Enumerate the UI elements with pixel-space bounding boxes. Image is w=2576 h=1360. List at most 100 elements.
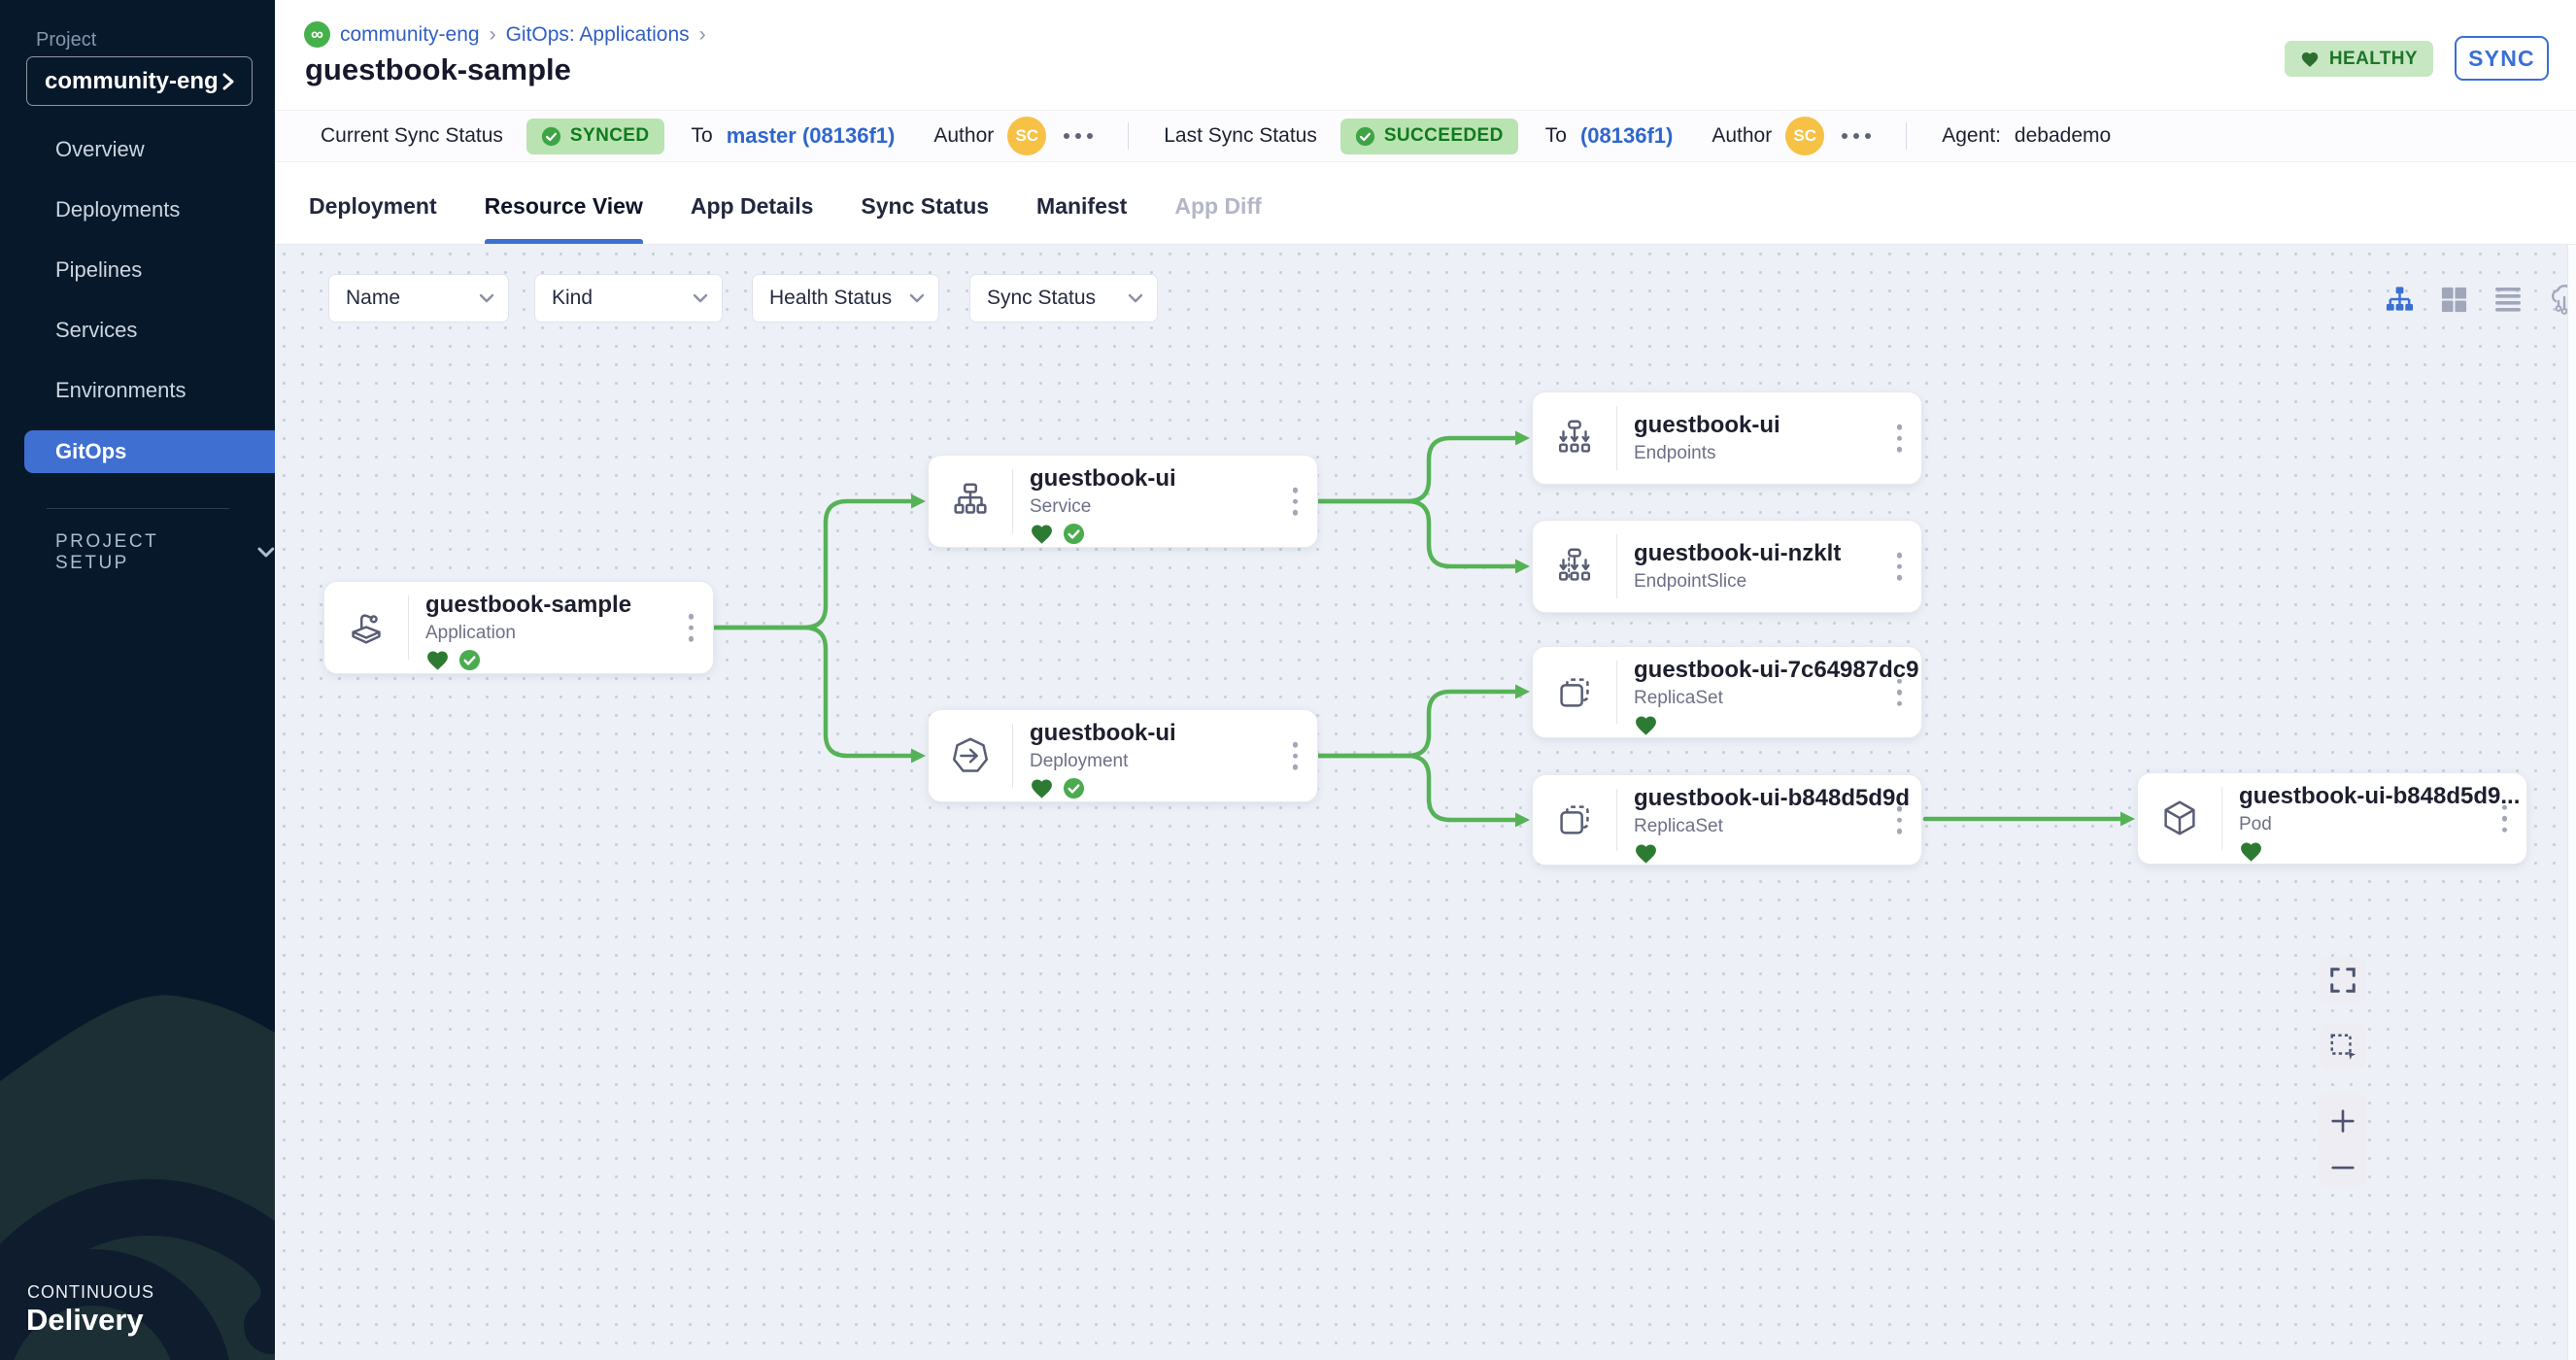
node-endpointslice-guestbook-ui-nzklt[interactable]: guestbook-ui-nzklt EndpointSlice: [1532, 520, 1922, 613]
breadcrumb-separator: ›: [699, 23, 706, 47]
sidebar-item-deployments[interactable]: Deployments: [0, 188, 275, 231]
fit-to-screen-button[interactable]: [2320, 957, 2366, 1003]
sidebar-item-pipelines[interactable]: Pipelines: [0, 249, 275, 291]
minus-icon: [2328, 1162, 2357, 1173]
chevron-down-icon: [1128, 293, 1143, 303]
project-selector-value: community-eng: [45, 68, 219, 95]
health-status-badge: HEALTHY: [2285, 41, 2433, 77]
marquee-select-button[interactable]: [2320, 1023, 2366, 1070]
plus-icon: [2328, 1106, 2357, 1136]
node-pod-guestbook-ui-b848d5d9[interactable]: guestbook-ui-b848d5d9... Pod: [2137, 772, 2527, 865]
filter-kind[interactable]: Kind: [534, 274, 723, 323]
tab-resource-view[interactable]: Resource View: [485, 193, 643, 244]
check-circle-icon: [541, 126, 561, 147]
breadcrumb: ∞ community-eng › GitOps: Applications ›: [304, 21, 706, 48]
node-kind: EndpointSlice: [1634, 570, 1841, 594]
module-label-continuous: CONTINUOUS: [27, 1282, 154, 1303]
sidebar-item-environments[interactable]: Environments: [0, 369, 275, 412]
author-avatar: SC: [1007, 117, 1046, 155]
tab-sync-status[interactable]: Sync Status: [861, 193, 989, 244]
node-more-options-icon[interactable]: [685, 610, 698, 646]
chevron-right-icon: [220, 73, 236, 90]
last-sync-more-icon[interactable]: [1842, 133, 1871, 139]
resource-graph-canvas[interactable]: Name Kind Health Status Sync Status: [275, 245, 2576, 1360]
view-mode-toolbar: [2385, 284, 2576, 315]
zoom-out-button[interactable]: [2328, 1162, 2357, 1173]
node-replicaset-guestbook-ui-7c64987dc9[interactable]: guestbook-ui-7c64987dc9 ReplicaSet: [1532, 646, 1922, 738]
endpointslice-icon: [1533, 521, 1616, 612]
healthy-heart-icon: [1030, 523, 1054, 545]
service-icon: [929, 456, 1012, 547]
tab-deployment[interactable]: Deployment: [309, 193, 437, 244]
current-commit-link[interactable]: master (08136f1): [727, 123, 896, 149]
node-service-guestbook-ui[interactable]: guestbook-ui Service: [928, 455, 1318, 548]
breadcrumb-project-link[interactable]: community-eng: [340, 23, 480, 47]
tab-app-diff: App Diff: [1174, 193, 1261, 244]
node-more-options-icon[interactable]: [1893, 421, 1907, 457]
node-status: [1030, 777, 1176, 799]
tab-manifest[interactable]: Manifest: [1036, 193, 1127, 244]
current-sync-more-icon[interactable]: [1064, 133, 1093, 139]
last-commit-link[interactable]: (08136f1): [1580, 123, 1673, 149]
node-status: [425, 649, 631, 671]
node-body: guestbook-ui Endpoints: [1617, 392, 1780, 484]
breadcrumb-separator: ›: [490, 23, 496, 47]
filter-name[interactable]: Name: [328, 274, 509, 323]
filter-sync-status[interactable]: Sync Status: [969, 274, 1158, 323]
grid-view-icon[interactable]: [2440, 286, 2468, 314]
sync-status-bar: Current Sync Status SYNCED To master (08…: [275, 110, 2576, 162]
sidebar: Project community-eng Overview Deploymen…: [0, 0, 275, 1360]
tab-app-details[interactable]: App Details: [691, 193, 814, 244]
synced-check-icon: [1063, 523, 1085, 545]
filter-health-status[interactable]: Health Status: [752, 274, 939, 323]
node-title: guestbook-ui-nzklt: [1634, 539, 1841, 568]
divider: [1906, 122, 1907, 150]
node-body: guestbook-sample Application: [409, 582, 631, 673]
node-kind: Endpoints: [1634, 442, 1780, 465]
node-body: guestbook-ui-b848d5d9... Pod: [2222, 773, 2520, 864]
succeeded-badge: SUCCEEDED: [1340, 119, 1518, 154]
node-application-guestbook-sample[interactable]: guestbook-sample Application: [323, 581, 714, 674]
node-status: [2239, 840, 2520, 863]
main-area: ∞ community-eng › GitOps: Applications ›…: [275, 0, 2576, 1360]
deployment-icon: [929, 710, 1012, 801]
author-label: Author: [933, 124, 994, 148]
tab-bar: Deployment Resource View App Details Syn…: [275, 162, 2576, 245]
check-circle-icon: [1355, 126, 1375, 147]
zoom-in-button[interactable]: [2328, 1106, 2357, 1136]
node-more-options-icon[interactable]: [2498, 800, 2512, 836]
project-selector[interactable]: community-eng: [26, 56, 253, 106]
sync-button[interactable]: SYNC: [2455, 36, 2549, 81]
breadcrumb-applications-link[interactable]: GitOps: Applications: [506, 23, 690, 47]
node-replicaset-guestbook-ui-b848d5d9d[interactable]: guestbook-ui-b848d5d9d ReplicaSet: [1532, 774, 1922, 866]
project-setup-toggle[interactable]: PROJECT SETUP: [55, 531, 275, 574]
to-label: To: [692, 124, 713, 148]
app-window: Project community-eng Overview Deploymen…: [0, 0, 2576, 1360]
list-view-icon[interactable]: [2493, 286, 2523, 313]
healthy-heart-icon: [1030, 777, 1054, 799]
application-icon: [324, 582, 408, 673]
node-kind: ReplicaSet: [1634, 687, 1918, 710]
sidebar-item-gitops[interactable]: GitOps: [24, 430, 275, 473]
active-tab-underline: [485, 239, 643, 244]
vertical-scrollbar[interactable]: [2567, 245, 2576, 1360]
synced-check-icon: [458, 649, 481, 671]
node-more-options-icon[interactable]: [1289, 484, 1303, 520]
node-body: guestbook-ui Deployment: [1013, 710, 1176, 801]
node-more-options-icon[interactable]: [1893, 802, 1907, 838]
node-more-options-icon[interactable]: [1893, 549, 1907, 585]
sidebar-item-services[interactable]: Services: [0, 309, 275, 352]
node-title: guestbook-ui-7c64987dc9: [1634, 656, 1918, 685]
sidebar-item-overview[interactable]: Overview: [0, 128, 275, 171]
tree-view-icon[interactable]: [2385, 286, 2415, 314]
node-more-options-icon[interactable]: [1893, 674, 1907, 710]
node-deployment-guestbook-ui[interactable]: guestbook-ui Deployment: [928, 709, 1318, 802]
node-endpoints-guestbook-ui[interactable]: guestbook-ui Endpoints: [1532, 391, 1922, 485]
last-sync-status-label: Last Sync Status: [1164, 124, 1317, 148]
node-status: [1030, 523, 1176, 545]
replicaset-icon: [1533, 647, 1616, 737]
node-more-options-icon[interactable]: [1289, 738, 1303, 774]
node-title: guestbook-ui-b848d5d9d: [1634, 784, 1910, 813]
node-kind: Service: [1030, 495, 1176, 519]
node-status: [1634, 842, 1910, 865]
